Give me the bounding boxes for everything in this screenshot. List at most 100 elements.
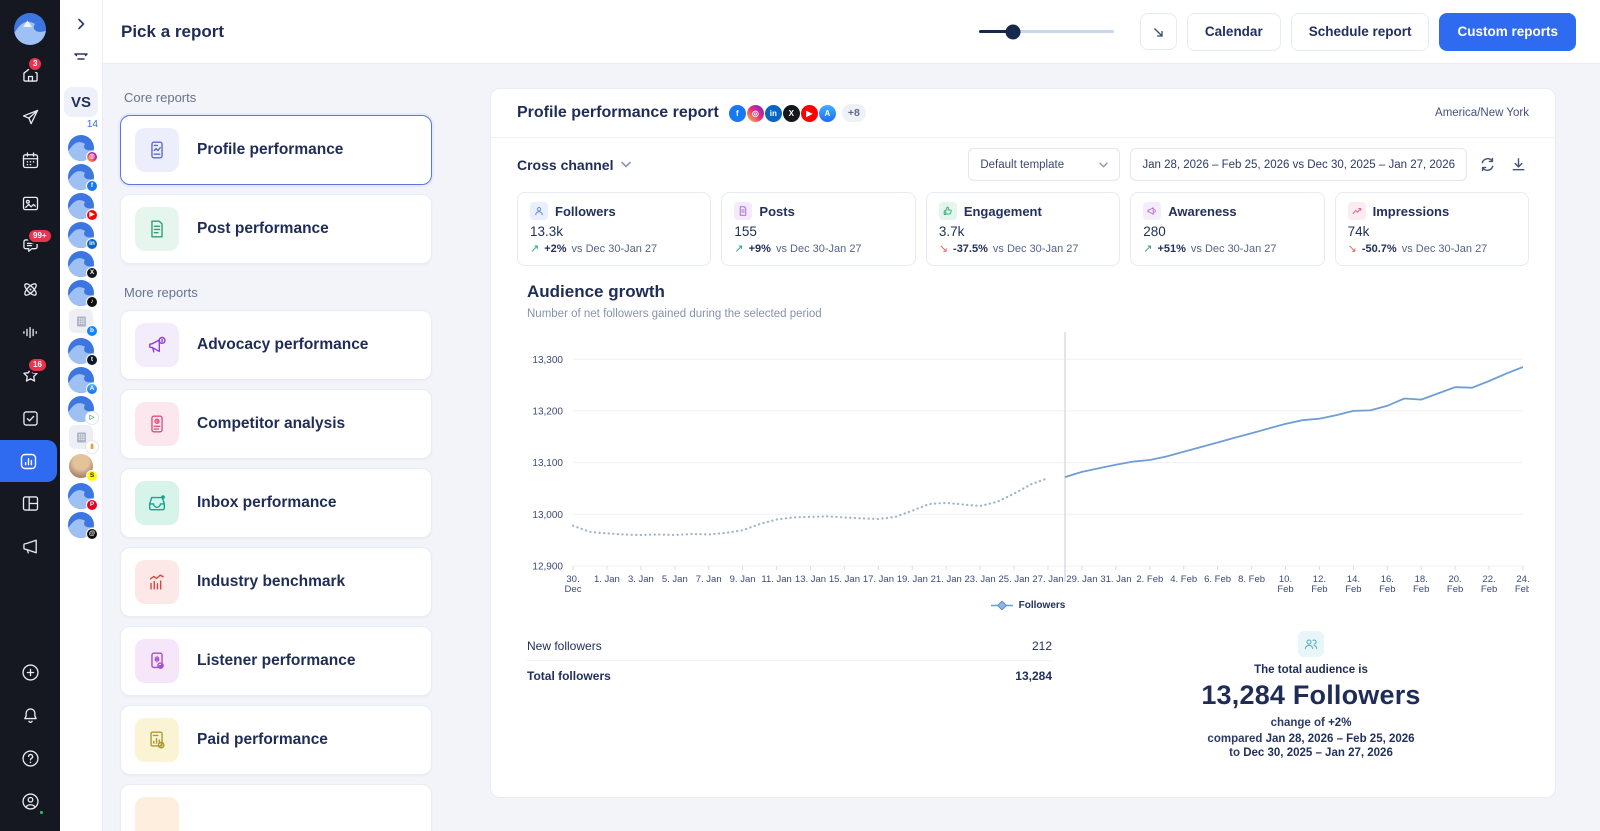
- report-card-label: Paid performance: [197, 731, 328, 748]
- account-icon: [21, 793, 39, 810]
- report-card-post-performance[interactable]: Post performance: [120, 194, 432, 264]
- report-card-advocacy-performance[interactable]: Advocacy performance: [120, 310, 432, 380]
- calendar-button[interactable]: Calendar: [1186, 12, 1281, 51]
- timezone-label: America/New York: [1435, 107, 1529, 119]
- profile-avatar-linkedin[interactable]: in: [68, 222, 98, 250]
- profile-avatar-analytics[interactable]: ▮: [68, 425, 98, 453]
- nav-create[interactable]: [0, 651, 60, 694]
- nav-publishing[interactable]: [0, 96, 60, 139]
- template-select[interactable]: Default template: [968, 148, 1121, 181]
- filter-icon: [74, 53, 88, 60]
- impressions-icon: [1347, 202, 1366, 220]
- bluesky-badge-icon: b: [86, 325, 98, 337]
- nav-tasks[interactable]: [0, 397, 60, 440]
- svg-text:7. Jan: 7. Jan: [696, 574, 722, 585]
- report-card-inbox-performance[interactable]: Inbox performance: [120, 468, 432, 538]
- nav-inbox[interactable]: 99+: [0, 225, 60, 268]
- facebook-icon: f: [728, 104, 746, 122]
- summary-to-line: to Dec 30, 2025 – Jan 27, 2026: [1229, 747, 1393, 759]
- nav-help[interactable]: [0, 737, 60, 780]
- kpi-value: 155: [734, 224, 757, 239]
- tiktok-badge-icon: ♪: [86, 296, 98, 308]
- engagement-icon: [938, 202, 957, 220]
- profile-avatar-threads[interactable]: @: [68, 512, 98, 540]
- svg-text:2. Feb: 2. Feb: [1136, 574, 1163, 585]
- refresh-button[interactable]: [1477, 154, 1498, 175]
- date-range-picker[interactable]: Jan 28, 2026 – Feb 25, 2026 vs Dec 30, 2…: [1130, 148, 1467, 181]
- legend-item-followers[interactable]: Followers: [527, 600, 1529, 611]
- paid-report-icon: [135, 718, 179, 762]
- summary-intro: The total audience is: [1254, 664, 1368, 676]
- pinterest-badge-icon: P: [86, 499, 98, 511]
- trend-arrow-icon: ↗: [1143, 242, 1153, 255]
- svg-text:13,200: 13,200: [532, 406, 563, 417]
- report-card-label: Profile performance: [197, 141, 344, 158]
- svg-text:1. Jan: 1. Jan: [594, 574, 620, 585]
- profile-avatar-bluesky[interactable]: b: [68, 309, 98, 337]
- svg-text:15. Jan: 15. Jan: [829, 574, 860, 585]
- nav-listening[interactable]: [0, 311, 60, 354]
- app-logo[interactable]: [14, 13, 46, 45]
- report-card-profile-performance[interactable]: Profile performance: [120, 115, 432, 185]
- nav-home[interactable]: 3: [0, 53, 60, 96]
- profile-avatar-tiktok[interactable]: ♪: [68, 280, 98, 308]
- nav-notifications[interactable]: [0, 694, 60, 737]
- zoom-slider-knob[interactable]: [1005, 24, 1021, 39]
- topbar: Pick a report Calendar Schedule report C…: [103, 0, 1600, 64]
- kpi-impressions: Impressions 74k ↘ -50.7% vs Dec 30-Jan 2…: [1334, 192, 1530, 266]
- report-card-paid-performance[interactable]: Paid performance: [120, 705, 432, 775]
- nav-reviews[interactable]: 16: [0, 354, 60, 397]
- profile-avatar-pinterest[interactable]: P: [68, 483, 98, 511]
- profile-avatar-instagram[interactable]: ◎: [68, 135, 98, 163]
- chart-title: Audience growth: [527, 282, 665, 301]
- channel-selector-label: Cross channel: [517, 156, 614, 173]
- expand-panel-button[interactable]: [68, 16, 94, 35]
- report-card-competitor-analysis[interactable]: Competitor analysis: [120, 389, 432, 459]
- nav-automations[interactable]: [0, 268, 60, 311]
- nav-calendar[interactable]: [0, 139, 60, 182]
- summary-headline: 13,284 Followers: [1201, 680, 1421, 710]
- more-networks-chip[interactable]: +8: [841, 104, 866, 122]
- team-avatar[interactable]: VS: [64, 87, 98, 117]
- zoom-slider[interactable]: [978, 24, 1114, 39]
- schedule-report-button[interactable]: Schedule report: [1290, 12, 1430, 51]
- threads-badge-icon: @: [86, 528, 98, 540]
- profile-avatar-x[interactable]: X: [68, 251, 98, 279]
- profile-avatar-googleplay[interactable]: ▷: [68, 396, 98, 424]
- svg-text:29. Jan: 29. Jan: [1066, 574, 1097, 585]
- nav-reports[interactable]: [0, 440, 57, 482]
- filter-icon-button[interactable]: [71, 48, 91, 69]
- report-card-partial[interactable]: [120, 784, 432, 831]
- download-button[interactable]: [1508, 154, 1529, 175]
- template-select-value: Default template: [980, 158, 1065, 171]
- expand-view-button[interactable]: [1139, 13, 1177, 50]
- nav-advocacy[interactable]: [0, 525, 60, 568]
- chart-subtitle: Number of net followers gained during th…: [527, 308, 822, 320]
- svg-text:17. Jan: 17. Jan: [863, 574, 894, 585]
- nav-media-library[interactable]: [0, 182, 60, 225]
- report-card-industry-benchmark[interactable]: Industry benchmark: [120, 547, 432, 617]
- profile-avatar-twitter[interactable]: t: [68, 338, 98, 366]
- plus-circle-icon: [21, 664, 39, 681]
- profile-avatar-facebook[interactable]: f: [68, 164, 98, 192]
- megaphone-icon: [22, 539, 37, 554]
- nav-dashboards[interactable]: [0, 482, 60, 525]
- profile-avatar-snapchat[interactable]: S: [68, 454, 98, 482]
- legend-marker-icon: [990, 601, 1013, 610]
- profile-avatar-youtube[interactable]: ▶: [68, 193, 98, 221]
- kpi-change: +2%: [544, 243, 567, 255]
- audience-summary: The total audience is 13,284 Followers c…: [1107, 631, 1515, 759]
- youtube-icon: ▶: [800, 104, 818, 122]
- report-card-listener-performance[interactable]: Listener performance: [120, 626, 432, 696]
- table-row: Total followers 13,284: [527, 661, 1052, 691]
- profiles-list: ◎ f ▶ in X ♪ b t A ▷ ▮ S P @: [68, 135, 98, 541]
- svg-text:25. Jan: 25. Jan: [999, 574, 1030, 585]
- nav-account[interactable]: [0, 780, 60, 823]
- linkedin-icon: in: [764, 104, 782, 122]
- kpi-followers: Followers 13.3k ↗ +2% vs Dec 30-Jan 27: [517, 192, 712, 266]
- channel-selector[interactable]: Cross channel: [517, 156, 632, 173]
- profile-avatar-appstore[interactable]: A: [68, 367, 98, 395]
- profile-count: 14: [86, 119, 98, 130]
- table-row-label: New followers: [527, 638, 602, 653]
- custom-reports-button[interactable]: Custom reports: [1439, 12, 1576, 51]
